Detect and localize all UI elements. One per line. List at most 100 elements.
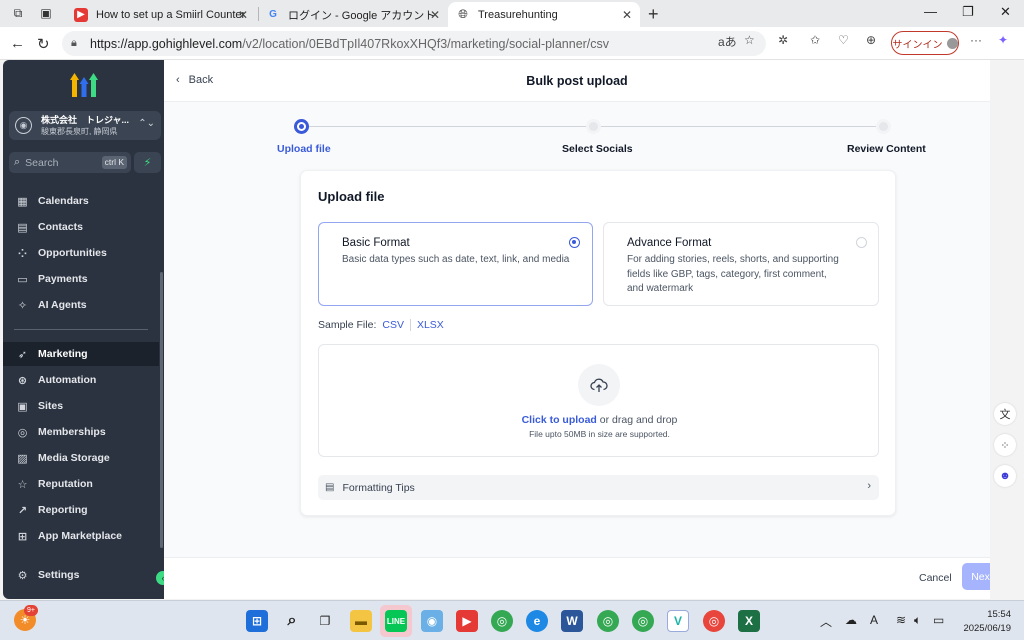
line-app-icon[interactable]: LINE — [385, 610, 407, 632]
signin-button[interactable]: サインイン — [891, 31, 959, 55]
chrome-app-icon[interactable]: ◎ — [491, 610, 513, 632]
read-aloud-icon[interactable]: aあ — [718, 33, 737, 50]
document-icon: ▤ — [325, 482, 335, 493]
minimize-icon[interactable]: — — [924, 4, 937, 19]
sidebar-item-media-storage[interactable]: ▨ Media Storage — [3, 446, 159, 470]
site-info-icon[interactable]: 🔒︎ — [71, 37, 77, 50]
translate-icon[interactable]: 文 — [994, 403, 1016, 425]
account-switcher[interactable]: ◉ 株式会社 トレジャ... 駿東郡長泉町, 静岡県 ⌃⌄ — [9, 111, 161, 140]
sidebar-item-calendars[interactable]: ▦ Calendars — [3, 189, 159, 213]
copilot-icon[interactable]: ✦ — [998, 33, 1008, 47]
browser-tab-1[interactable]: ▶ How to set up a Smiirl Counter for ✕ — [66, 2, 256, 27]
payments-icon: ▭ — [17, 273, 28, 286]
onedrive-icon[interactable]: ☁ — [845, 613, 857, 627]
google-icon: G — [269, 9, 277, 20]
location-icon: ◉ — [15, 117, 32, 134]
memberships-icon: ◎ — [17, 426, 28, 439]
favorite-star-icon[interactable]: ☆ — [744, 33, 755, 47]
address-bar: ← ↻ 🔒︎ https://app.gohighlevel.com/v2/lo… — [0, 27, 1024, 60]
file-dropzone[interactable]: Click to upload or drag and drop File up… — [318, 344, 879, 457]
formatting-tips-accordion[interactable]: ▤ Formatting Tips › — [318, 475, 879, 500]
sidebar-item-contacts[interactable]: ▤ Contacts — [3, 215, 159, 239]
close-tab-icon[interactable]: ✕ — [622, 8, 632, 22]
sidebar-item-opportunities[interactable]: ⁘ Opportunities — [3, 241, 159, 265]
youtube-icon: ▶ — [74, 7, 88, 22]
sample-xlsx-link[interactable]: XLSX — [417, 319, 444, 331]
chrome-profile-2-icon[interactable]: ◎ — [632, 610, 654, 632]
marketing-icon: ➶ — [17, 348, 28, 361]
close-tab-icon[interactable]: ✕ — [238, 8, 248, 22]
wifi-icon[interactable]: ≋ — [896, 613, 906, 627]
advance-format-radio[interactable] — [856, 237, 867, 248]
battery-icon[interactable]: ▭ — [933, 613, 944, 627]
volume-icon[interactable]: 🔈︎ — [914, 613, 921, 628]
sidebar-item-reporting[interactable]: ↗ Reporting — [3, 498, 159, 522]
advance-format-option[interactable]: Advance Format For adding stories, reels… — [603, 222, 879, 306]
youtube-app-icon[interactable]: ▶ — [456, 610, 478, 632]
calendar-icon: ▦ — [17, 195, 28, 208]
favorites-icon[interactable]: ✩ — [810, 33, 820, 47]
sidebar-item-reputation[interactable]: ☆ Reputation — [3, 472, 159, 496]
sidebar-item-app-marketplace[interactable]: ⊞ App Marketplace — [3, 524, 159, 548]
sidebar-item-ai-agents[interactable]: ✧ AI Agents — [3, 293, 159, 317]
sidebar-item-marketing[interactable]: ➶ Marketing — [3, 342, 159, 366]
file-explorer-icon[interactable]: ▬ — [350, 610, 372, 632]
step-2-dot — [586, 119, 601, 134]
cancel-button[interactable]: Cancel — [919, 572, 952, 584]
browser-tab-3[interactable]: 🌐︎ Treasurehunting ✕ — [448, 2, 640, 27]
page-title: Bulk post upload — [526, 74, 628, 88]
new-tab-icon[interactable]: + — [648, 4, 659, 25]
chrome-profile-icon[interactable]: ◎ — [597, 610, 619, 632]
start-icon[interactable]: ⊞ — [246, 610, 268, 632]
page-header: ‹ Back Bulk post upload — [164, 60, 990, 102]
extensions-icon[interactable]: ✲ — [778, 33, 788, 47]
word-app-icon[interactable]: W — [561, 610, 583, 632]
basic-format-option[interactable]: Basic Format Basic data types such as da… — [318, 222, 593, 306]
taskbar-search-icon[interactable]: ⌕ — [281, 610, 303, 632]
refresh-icon[interactable]: ↻ — [37, 35, 50, 53]
app-logo-icon — [70, 73, 98, 97]
sidebar-scrollbar[interactable] — [160, 272, 163, 548]
profile-avatar-icon — [946, 37, 958, 49]
tab-actions-icon[interactable]: ▣ — [38, 5, 54, 21]
edge-app-icon[interactable]: e — [526, 610, 548, 632]
ime-icon[interactable]: A — [870, 613, 878, 627]
vscode-like-app-icon[interactable]: V — [667, 610, 689, 632]
basic-format-radio[interactable] — [569, 237, 580, 248]
account-name: 株式会社 トレジャ... — [41, 114, 130, 125]
back-arrow-icon[interactable]: ← — [10, 35, 25, 52]
workspaces-icon[interactable]: ⧉ — [10, 5, 26, 21]
url-field[interactable]: 🔒︎ https://app.gohighlevel.com/v2/locati… — [62, 31, 766, 56]
assistant-icon[interactable]: ☻ — [994, 465, 1016, 487]
sample-csv-link[interactable]: CSV — [382, 319, 404, 331]
window-close-icon[interactable]: ✕ — [1000, 4, 1011, 20]
basic-format-title: Basic Format — [342, 237, 410, 249]
quick-action-icon[interactable]: ⚡︎ — [134, 152, 161, 173]
system-clock[interactable]: 15:54 2025/06/19 — [955, 608, 1011, 636]
upload-card: Upload file Basic Format Basic data type… — [300, 170, 896, 516]
url-host: https://app.gohighlevel.com — [90, 36, 243, 51]
sidebar-item-settings[interactable]: ⚙ Settings — [3, 563, 159, 587]
click-to-upload-link[interactable]: Click to upload — [522, 414, 597, 426]
sidebar-item-automation[interactable]: ⊛ Automation — [3, 368, 159, 392]
collections-icon[interactable]: ⊕ — [866, 33, 876, 47]
chrome-profile-3-icon[interactable]: ◎ — [703, 610, 725, 632]
sidebar-item-memberships[interactable]: ◎ Memberships — [3, 420, 159, 444]
tray-overflow-icon[interactable]: ︿ — [820, 613, 832, 630]
sidebar-divider — [14, 329, 148, 330]
close-tab-icon[interactable]: ✕ — [430, 8, 440, 22]
excel-app-icon[interactable]: X — [738, 610, 760, 632]
sidebar-item-sites[interactable]: ▣ Sites — [3, 394, 159, 418]
step-1-dot — [294, 119, 309, 134]
task-view-icon[interactable]: ❐ — [314, 610, 336, 632]
apps-icon[interactable]: ⁘ — [994, 434, 1016, 456]
opportunities-icon: ⁘ — [17, 247, 28, 260]
sidebar-item-payments[interactable]: ▭ Payments — [3, 267, 159, 291]
restore-icon[interactable]: ❐ — [962, 4, 974, 20]
sidebar-search[interactable]: ⌕ Search ctrl K — [9, 152, 131, 173]
gear-icon: ⚙ — [17, 569, 28, 582]
health-icon[interactable]: ♡ — [838, 33, 849, 47]
more-menu-icon[interactable]: ··· — [970, 33, 982, 47]
photos-app-icon[interactable]: ◉ — [421, 610, 443, 632]
browser-tab-2[interactable]: G ログイン - Google アカウント ✕ — [258, 2, 448, 27]
